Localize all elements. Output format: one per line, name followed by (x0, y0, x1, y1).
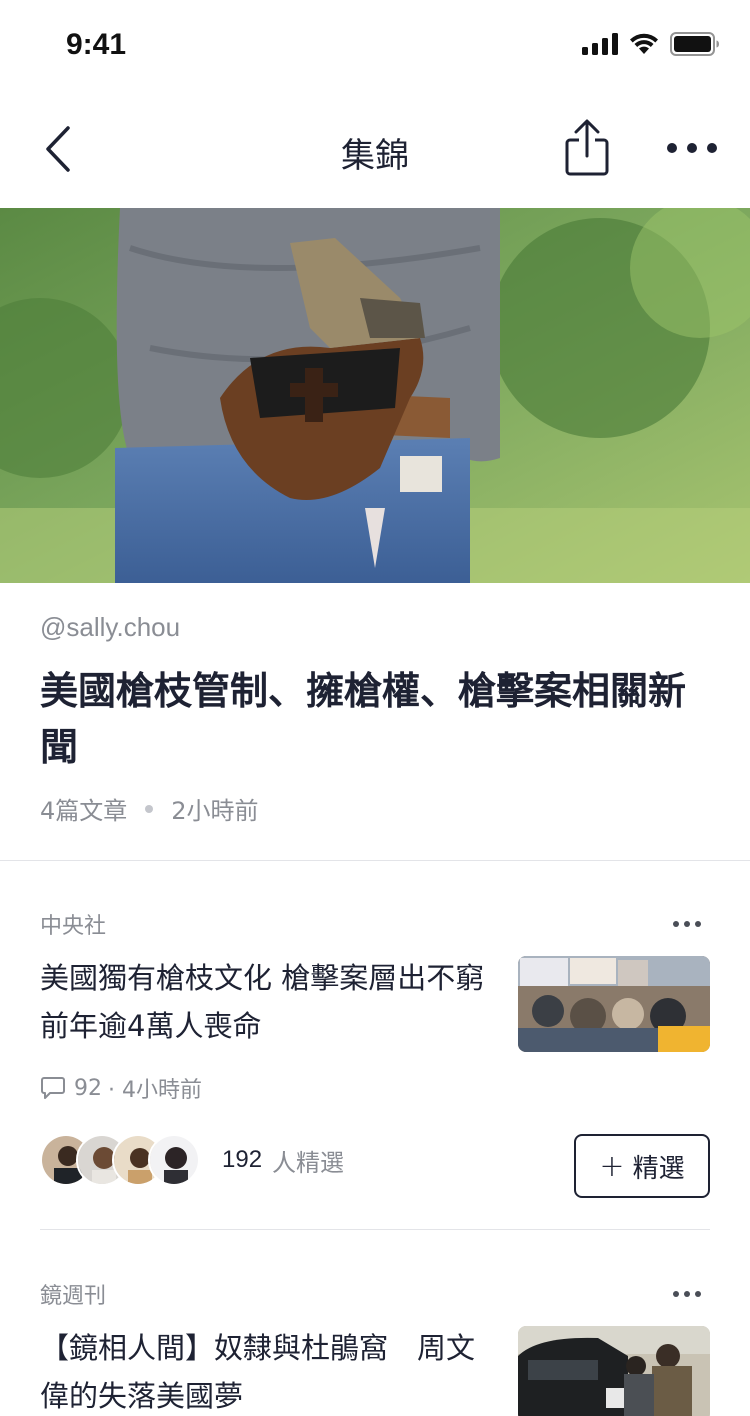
article-headline[interactable]: 【鏡相人間】奴隸與杜鵑窩 周文偉的失落美國夢 (40, 1324, 490, 1416)
article-time: · 4小時前 (108, 1078, 202, 1103)
article-headline[interactable]: 美國獨有槍枝文化 槍擊案層出不窮前年逾4萬人喪命 (40, 954, 490, 1050)
more-horizontal-icon[interactable] (672, 1290, 702, 1298)
curator-count: 192 (222, 1146, 263, 1173)
pick-button-label: 精選 (632, 1153, 685, 1184)
add-pick-button[interactable]: + 精選 (574, 1134, 710, 1198)
article-source: 中央社 (40, 914, 107, 939)
more-horizontal-icon[interactable] (672, 920, 702, 928)
comment-count: 92 (74, 1075, 102, 1101)
article-card[interactable]: 鏡週刊 【鏡相人間】奴隸與杜鵑窩 周文偉的失落美國夢 (40, 1278, 710, 1416)
status-icons (582, 32, 720, 56)
article-thumbnail[interactable] (518, 1326, 710, 1416)
status-time: 9:41 (66, 28, 127, 61)
collection-title: 美國槍枝管制、擁槍權、槍擊案相關新聞 (40, 669, 687, 769)
cellular-signal-icon (582, 33, 618, 55)
separator-dot (145, 804, 154, 813)
article-count: 4篇文章 (40, 797, 128, 825)
divider (0, 860, 750, 861)
wifi-icon (630, 33, 658, 54)
collection-info: @sally.chou 美國槍枝管制、擁槍權、槍擊案相關新聞 4篇文章 2小時前 (40, 612, 710, 826)
avatar (148, 1134, 200, 1186)
page-title: 集錦 (341, 136, 409, 176)
article-card[interactable]: 中央社 美國獨有槍枝文化 槍擊案層出不窮前年逾4萬人喪命 92 · 4小時前 1… (40, 908, 710, 1198)
curator-row[interactable]: 192 人精選 (40, 1134, 344, 1186)
article-thumbnail[interactable] (518, 956, 710, 1052)
collection-meta: 4篇文章 2小時前 (40, 791, 710, 826)
article-source: 鏡週刊 (40, 1284, 107, 1309)
article-stats: 92 · 4小時前 (40, 1072, 202, 1104)
comment-icon (41, 1077, 65, 1099)
curator-label: 人精選 (272, 1148, 345, 1177)
divider (40, 1229, 710, 1230)
navigation-bar: 集錦 (0, 90, 750, 208)
share-icon[interactable] (562, 118, 612, 178)
updated-time: 2小時前 (171, 797, 259, 825)
status-bar: 9:41 (0, 0, 750, 90)
plus-icon: + (599, 1148, 625, 1184)
more-horizontal-icon[interactable] (664, 136, 720, 160)
collection-cover-image (0, 208, 750, 583)
battery-icon (670, 32, 719, 56)
collection-author[interactable]: @sally.chou (40, 612, 710, 643)
